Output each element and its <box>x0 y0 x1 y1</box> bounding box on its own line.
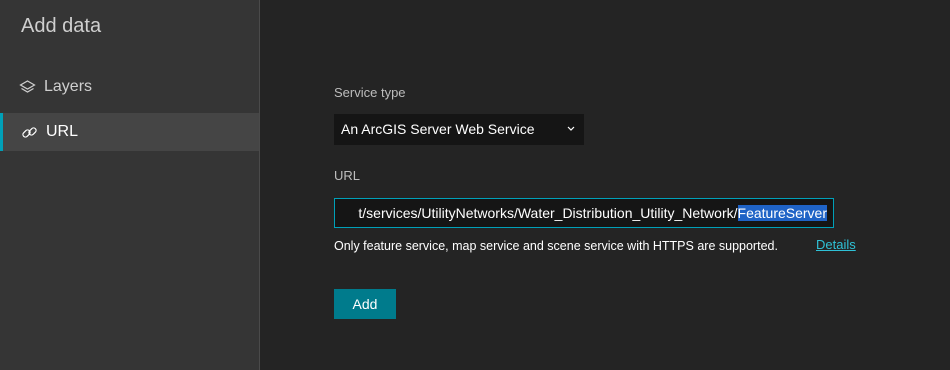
main-panel: Service type An ArcGIS Server Web Servic… <box>261 0 950 370</box>
sidebar: Add data Layers URL <box>0 0 260 370</box>
panel-title: Add data <box>21 15 102 37</box>
service-type-select[interactable]: An ArcGIS Server Web Service <box>334 114 584 145</box>
layers-icon <box>19 80 36 93</box>
url-text: t/services/UtilityNetworks/Water_Distrib… <box>358 205 738 221</box>
url-input-text: t/services/UtilityNetworks/Water_Distrib… <box>358 205 827 221</box>
sidebar-item-url[interactable]: URL <box>0 113 259 151</box>
chevron-down-icon <box>567 126 575 131</box>
url-selected-text: FeatureServer <box>737 205 827 221</box>
url-label: URL <box>334 168 361 183</box>
sidebar-item-label: URL <box>46 123 79 140</box>
sidebar-item-layers[interactable]: Layers <box>0 68 259 106</box>
add-button[interactable]: Add <box>334 289 396 319</box>
service-type-label: Service type <box>334 85 406 100</box>
url-hint: Only feature service, map service and sc… <box>334 239 778 253</box>
url-input[interactable]: t/services/UtilityNetworks/Water_Distrib… <box>334 198 834 228</box>
sidebar-item-label: Layers <box>44 78 93 95</box>
service-type-value: An ArcGIS Server Web Service <box>341 121 535 137</box>
details-link[interactable]: Details <box>816 237 856 252</box>
link-icon <box>22 127 37 138</box>
